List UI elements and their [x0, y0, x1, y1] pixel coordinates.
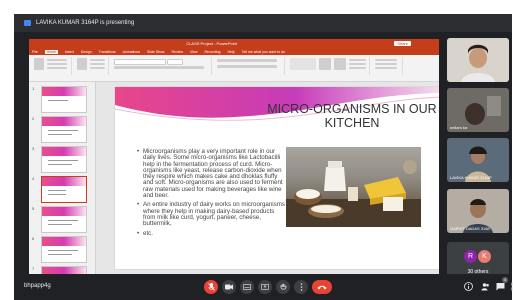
- mic-off-icon: [207, 283, 215, 291]
- ppt-ribbon: [29, 55, 439, 82]
- avatar: K: [478, 250, 491, 263]
- shape-outline-button[interactable]: [349, 63, 366, 65]
- participant-tile-presenter[interactable]: LAVIKA KUMAR 3164P: [447, 138, 509, 182]
- tab-design[interactable]: Design: [81, 50, 92, 54]
- camera-icon: [225, 284, 233, 290]
- more-vert-icon: [300, 283, 302, 291]
- select-button[interactable]: [375, 67, 397, 69]
- section-button[interactable]: [90, 67, 105, 69]
- tab-home[interactable]: Home: [44, 49, 58, 54]
- raise-hand-button[interactable]: [276, 280, 290, 294]
- ppt-ribbon-tabs: File Home Insert Design Transitions Anim…: [29, 48, 439, 55]
- slide-thumbnails-pane[interactable]: 1 2 3 4 5 6 7: [29, 82, 96, 280]
- ppt-title-bar: CLASS Project - PowerPoint Share: [29, 39, 439, 48]
- tell-me-search[interactable]: Tell me what you want to do: [242, 50, 285, 54]
- slide-thumbnail-selected[interactable]: [41, 176, 87, 203]
- clipboard-group: [31, 57, 72, 75]
- slide-canvas[interactable]: MICRO-ORGANISMS IN OUR KITCHEN Microorga…: [115, 87, 439, 269]
- list-buttons[interactable]: [217, 59, 277, 62]
- font-group: [111, 57, 212, 75]
- slides-group: [74, 57, 109, 75]
- phone-hangup-icon: [317, 285, 327, 289]
- mic-off-button[interactable]: [204, 280, 218, 294]
- end-call-button[interactable]: [312, 280, 332, 294]
- tab-review[interactable]: Review: [172, 50, 183, 54]
- slide-bullet-list: Microorganisms play a very important rol…: [137, 148, 287, 240]
- tab-view[interactable]: View: [190, 50, 198, 54]
- hand-icon: [280, 283, 286, 290]
- tab-insert[interactable]: Insert: [65, 50, 74, 54]
- participant-name: LAVIKA KUMAR 3164P: [450, 175, 492, 180]
- info-icon[interactable]: [464, 282, 473, 291]
- tab-transitions[interactable]: Transitions: [99, 50, 116, 54]
- shape-effects-button[interactable]: [349, 67, 366, 69]
- ppt-workspace: 1 2 3 4 5 6 7 MICRO-ORGANISMS IN OUR KIT…: [29, 82, 439, 280]
- tab-recording[interactable]: Recording: [205, 50, 221, 54]
- replace-button[interactable]: [375, 63, 397, 65]
- participant-video: [447, 38, 509, 82]
- tab-help[interactable]: Help: [227, 50, 234, 54]
- people-icon[interactable]: [481, 282, 490, 291]
- find-button[interactable]: [375, 59, 397, 61]
- reset-button[interactable]: [90, 63, 105, 65]
- camera-button[interactable]: [222, 280, 236, 294]
- align-buttons[interactable]: [217, 65, 277, 68]
- present-icon: [261, 283, 269, 290]
- arrange-button[interactable]: [319, 58, 331, 70]
- slide-title: MICRO-ORGANISMS IN OUR KITCHEN: [267, 102, 437, 130]
- ppt-document-title: CLASS Project - PowerPoint: [186, 41, 237, 46]
- bullet-item: etc.: [137, 230, 287, 237]
- cut-button[interactable]: [47, 59, 67, 61]
- chat-icon[interactable]: [496, 282, 505, 291]
- presenting-banner: LAVIKA KUMAR 3164P is presenting: [14, 14, 512, 32]
- presenting-text: LAVIKA KUMAR 3164P is presenting: [36, 20, 135, 26]
- shared-powerpoint-window[interactable]: CLASS Project - PowerPoint Share File Ho…: [29, 39, 439, 287]
- font-format-buttons[interactable]: [114, 66, 204, 69]
- drawing-group: [287, 57, 370, 75]
- participant-tile[interactable]: neilam ka: [447, 88, 509, 132]
- shapes-gallery[interactable]: [290, 58, 316, 70]
- tab-file[interactable]: File: [32, 50, 38, 54]
- bullet-item: Microorganisms play a very important rol…: [137, 148, 287, 199]
- participant-tile[interactable]: [447, 38, 509, 82]
- call-control-bar: bhpapp4g 4: [14, 274, 513, 300]
- slide-thumbnail[interactable]: [41, 86, 87, 113]
- paste-button[interactable]: [34, 58, 44, 70]
- present-button[interactable]: [258, 280, 272, 294]
- participant-tile[interactable]: GARVIT DADAS 3168: [447, 189, 509, 233]
- format-painter-button[interactable]: [47, 67, 67, 69]
- font-name-select[interactable]: [114, 59, 166, 65]
- paragraph-group: [214, 57, 285, 75]
- dairy-products-illustration: [286, 160, 421, 227]
- dairy-products-photo: [286, 147, 421, 227]
- copy-button[interactable]: [47, 63, 67, 65]
- slide-thumbnail[interactable]: [41, 236, 87, 263]
- slide-thumbnail[interactable]: [41, 146, 87, 173]
- layout-button[interactable]: [90, 59, 105, 61]
- meet-window: LAVIKA KUMAR 3164P is presenting CLASS P…: [14, 14, 512, 300]
- shape-fill-button[interactable]: [349, 59, 366, 61]
- font-size-select[interactable]: [167, 59, 183, 65]
- tab-slide-show[interactable]: Slide Show: [147, 50, 165, 54]
- new-slide-button[interactable]: [77, 58, 87, 70]
- tab-animations[interactable]: Animations: [123, 50, 140, 54]
- participant-name: neilam ka: [450, 125, 468, 130]
- slide-thumbnail[interactable]: [41, 206, 87, 233]
- quick-styles-button[interactable]: [334, 58, 346, 70]
- participant-name: GARVIT DADAS 3168: [450, 226, 490, 231]
- captions-button[interactable]: [240, 280, 254, 294]
- meeting-code: bhpapp4g: [24, 283, 51, 289]
- editing-group: [372, 57, 403, 75]
- avatar: R: [464, 250, 477, 263]
- ppt-share-button[interactable]: Share: [394, 41, 411, 46]
- more-options-button[interactable]: [294, 280, 308, 294]
- present-screen-icon: [24, 20, 31, 26]
- bullet-item: An entire industry of dairy works on mic…: [137, 202, 287, 227]
- captions-icon: [243, 284, 251, 290]
- slide-thumbnail[interactable]: [41, 116, 87, 143]
